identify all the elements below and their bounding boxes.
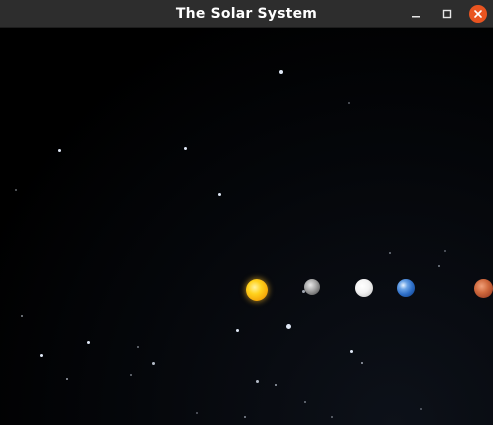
star <box>137 346 139 348</box>
star <box>130 374 132 376</box>
star <box>438 265 440 267</box>
star <box>58 149 61 152</box>
window-controls <box>407 0 487 28</box>
star <box>15 189 17 191</box>
venus[interactable] <box>355 279 373 297</box>
star <box>66 378 68 380</box>
star <box>286 324 291 329</box>
star <box>331 416 333 418</box>
maximize-button[interactable] <box>438 5 456 23</box>
close-icon <box>474 10 482 18</box>
window-title: The Solar System <box>175 5 318 22</box>
star <box>21 315 23 317</box>
close-button[interactable] <box>469 5 487 23</box>
sun[interactable] <box>246 279 268 301</box>
star <box>40 354 43 357</box>
earth[interactable] <box>397 279 415 297</box>
maximize-icon <box>442 9 452 19</box>
star <box>218 193 221 196</box>
star <box>420 408 422 410</box>
title-bar[interactable]: The Solar System <box>0 0 493 28</box>
space-canvas[interactable] <box>0 28 493 425</box>
star <box>196 412 198 414</box>
star <box>304 401 306 403</box>
star <box>256 380 259 383</box>
minimize-icon <box>412 16 420 18</box>
star <box>275 384 277 386</box>
star <box>244 416 246 418</box>
star <box>87 341 90 344</box>
star <box>444 250 446 252</box>
star <box>389 252 391 254</box>
star <box>236 329 239 332</box>
star <box>348 102 350 104</box>
star <box>152 362 155 365</box>
star <box>279 70 283 74</box>
star <box>350 350 353 353</box>
star <box>361 362 363 364</box>
app-window: The Solar System <box>0 0 493 425</box>
star <box>184 147 187 150</box>
mars[interactable] <box>474 279 493 298</box>
mercury[interactable] <box>304 279 320 295</box>
minimize-button[interactable] <box>407 5 425 23</box>
